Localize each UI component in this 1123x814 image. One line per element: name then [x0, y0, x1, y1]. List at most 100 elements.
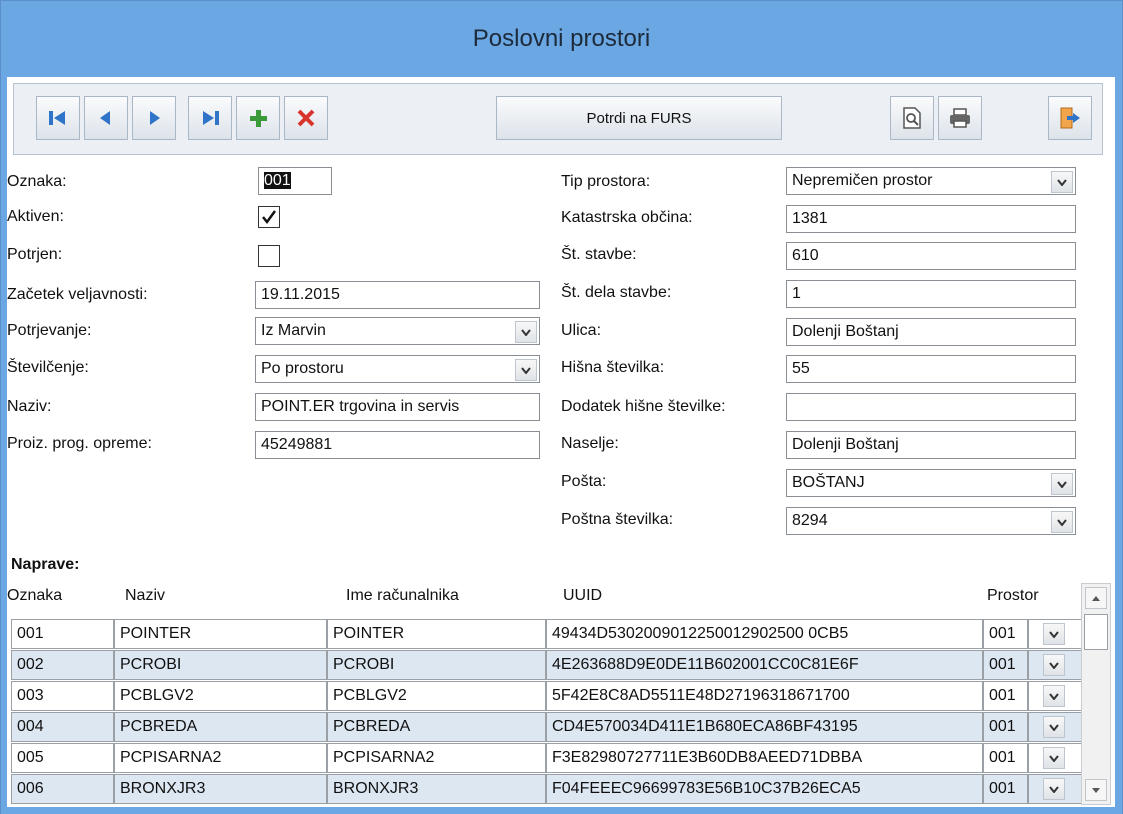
cell-uuid[interactable]: 5F42E8C8AD5511E48D27196318671700	[546, 681, 983, 711]
chevron-down-icon[interactable]	[1043, 623, 1065, 645]
cell-prostor[interactable]: 001	[983, 681, 1028, 711]
cell-naziv[interactable]: POINTER	[114, 619, 327, 649]
potrjevanje-select[interactable]: Iz Marvin	[255, 317, 540, 345]
column-header-naziv[interactable]: Naziv	[125, 587, 165, 605]
ulica-label: Ulica:	[561, 322, 602, 339]
cell-oznaka[interactable]: 004	[11, 712, 114, 742]
table-row[interactable]: 006 BRONXJR3 BRONXJR3 F04FEEEC96699783E56B1…	[11, 774, 1083, 804]
column-header-oznaka[interactable]: Oznaka	[7, 587, 62, 605]
last-record-button[interactable]	[188, 96, 232, 140]
scroll-down-icon[interactable]	[1085, 779, 1107, 801]
chevron-down-icon[interactable]	[515, 321, 537, 343]
cell-uuid[interactable]: 4E263688D9E0DE11B602001CC0C81E6F	[546, 650, 983, 680]
delete-icon	[297, 109, 315, 127]
prostor-dropdown[interactable]	[1028, 774, 1083, 804]
prostor-dropdown[interactable]	[1028, 712, 1083, 742]
print-preview-icon	[903, 107, 921, 129]
naselje-field[interactable]: Dolenji Boštanj	[786, 431, 1076, 459]
dodatek-field[interactable]	[786, 393, 1076, 421]
chevron-down-icon[interactable]	[1043, 716, 1065, 738]
previous-record-button[interactable]	[84, 96, 128, 140]
chevron-down-icon[interactable]	[1043, 654, 1065, 676]
cell-ime[interactable]: BRONXJR3	[327, 774, 546, 804]
cell-prostor[interactable]: 001	[983, 743, 1028, 773]
prostor-dropdown[interactable]	[1028, 619, 1083, 649]
cell-prostor[interactable]: 001	[983, 712, 1028, 742]
cell-naziv[interactable]: PCBREDA	[114, 712, 327, 742]
cell-uuid[interactable]: CD4E570034D411E1B680ECA86BF43195	[546, 712, 983, 742]
cell-oznaka[interactable]: 001	[11, 619, 114, 649]
print-preview-button[interactable]	[890, 96, 934, 140]
st-stavbe-field[interactable]: 610	[786, 242, 1076, 270]
zacetek-field[interactable]: 19.11.2015	[255, 281, 540, 309]
cell-prostor[interactable]: 001	[983, 619, 1028, 649]
add-button[interactable]	[236, 96, 280, 140]
katastrska-field[interactable]: 1381	[786, 205, 1076, 233]
cell-ime[interactable]: PCROBI	[327, 650, 546, 680]
cell-oznaka[interactable]: 006	[11, 774, 114, 804]
confirm-furs-button[interactable]: Potrdi na FURS	[496, 96, 782, 140]
cell-prostor[interactable]: 001	[983, 650, 1028, 680]
cell-naziv[interactable]: BRONXJR3	[114, 774, 327, 804]
proiz-field[interactable]: 45249881	[255, 431, 540, 459]
potrjen-checkbox[interactable]	[258, 245, 280, 267]
next-record-button[interactable]	[132, 96, 176, 140]
column-header-ime[interactable]: Ime računalnika	[346, 587, 459, 605]
aktiven-checkbox[interactable]	[258, 206, 280, 228]
table-row[interactable]: 004 PCBREDA PCBREDA CD4E570034D411E1B680ECA…	[11, 712, 1083, 742]
prostor-dropdown[interactable]	[1028, 650, 1083, 680]
tip-select[interactable]: Nepremičen prostor	[786, 167, 1076, 195]
cell-uuid[interactable]: 49434D5302009012250012902500 0CB5	[546, 619, 983, 649]
column-header-uuid[interactable]: UUID	[563, 587, 602, 605]
table-row[interactable]: 001 POINTER POINTER 49434D53020090122500129…	[11, 619, 1083, 649]
dodatek-label: Dodatek hišne številke:	[561, 398, 726, 415]
cell-ime[interactable]: PCBREDA	[327, 712, 546, 742]
prostor-dropdown[interactable]	[1028, 681, 1083, 711]
potrjen-label: Potrjen:	[7, 246, 63, 263]
cell-prostor[interactable]: 001	[983, 774, 1028, 804]
chevron-down-icon[interactable]	[1043, 685, 1065, 707]
cell-naziv[interactable]: PCPISARNA2	[114, 743, 327, 773]
prostor-dropdown[interactable]	[1028, 743, 1083, 773]
chevron-down-icon[interactable]	[1051, 473, 1073, 495]
cell-oznaka[interactable]: 003	[11, 681, 114, 711]
exit-button[interactable]	[1048, 96, 1092, 140]
cell-ime[interactable]: PCPISARNA2	[327, 743, 546, 773]
naziv-field[interactable]: POINT.ER trgovina in servis	[255, 393, 540, 421]
column-header-prostor[interactable]: Prostor	[987, 587, 1039, 605]
chevron-down-icon[interactable]	[1051, 171, 1073, 193]
cell-naziv[interactable]: PCROBI	[114, 650, 327, 680]
devices-title: Naprave:	[11, 556, 80, 573]
cell-ime[interactable]: PCBLGV2	[327, 681, 546, 711]
next-record-icon	[150, 111, 160, 125]
table-row[interactable]: 003 PCBLGV2 PCBLGV2 5F42E8C8AD5511E48D27196…	[11, 681, 1083, 711]
cell-uuid[interactable]: F04FEEEC96699783E56B10C37B26ECA5	[546, 774, 983, 804]
table-row[interactable]: 005 PCPISARNA2 PCPISARNA2 F3E82980727711E3B…	[11, 743, 1083, 773]
delete-button[interactable]	[284, 96, 328, 140]
scroll-thumb[interactable]	[1084, 614, 1108, 650]
scroll-up-icon[interactable]	[1085, 587, 1107, 609]
oznaka-field[interactable]: 001	[258, 167, 332, 195]
oznaka-label: Oznaka:	[7, 173, 67, 190]
chevron-down-icon[interactable]	[1043, 778, 1065, 800]
cell-naziv[interactable]: PCBLGV2	[114, 681, 327, 711]
cell-oznaka[interactable]: 002	[11, 650, 114, 680]
devices-grid: 001 POINTER POINTER 49434D53020090122500129…	[11, 619, 1086, 809]
first-record-icon	[49, 111, 65, 125]
cell-uuid[interactable]: F3E82980727711E3B60DB8AEED71DBBA	[546, 743, 983, 773]
st-dela-field[interactable]: 1	[786, 280, 1076, 308]
cell-oznaka[interactable]: 005	[11, 743, 114, 773]
first-record-button[interactable]	[36, 96, 80, 140]
postna-select[interactable]: 8294	[786, 507, 1076, 535]
table-row[interactable]: 002 PCROBI PCROBI 4E263688D9E0DE11B602001CC…	[11, 650, 1083, 680]
hisna-field[interactable]: 55	[786, 355, 1076, 383]
ulica-field[interactable]: Dolenji Boštanj	[786, 318, 1076, 346]
cell-ime[interactable]: POINTER	[327, 619, 546, 649]
grid-scrollbar[interactable]	[1081, 583, 1111, 805]
posta-select[interactable]: BOŠTANJ	[786, 469, 1076, 497]
print-button[interactable]	[938, 96, 982, 140]
chevron-down-icon[interactable]	[515, 359, 537, 381]
chevron-down-icon[interactable]	[1043, 747, 1065, 769]
chevron-down-icon[interactable]	[1051, 511, 1073, 533]
stevilcenje-select[interactable]: Po prostoru	[255, 355, 540, 383]
